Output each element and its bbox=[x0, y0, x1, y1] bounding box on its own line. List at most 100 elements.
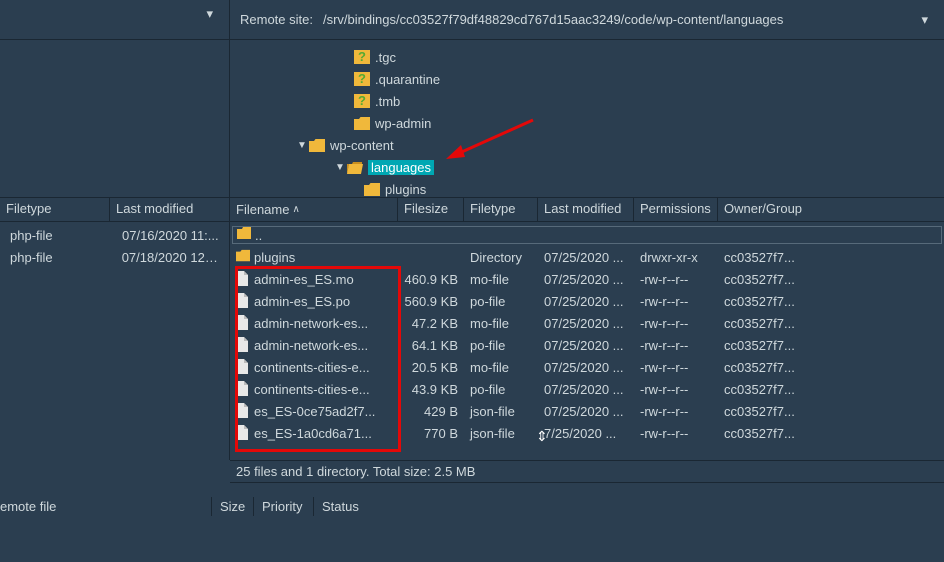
cell-owner: cc03527f7... bbox=[718, 382, 806, 397]
remote-tree[interactable]: ? .tgc? .quarantine? .tmb wp-admin ▼wp-conten… bbox=[230, 40, 944, 197]
file-icon bbox=[236, 381, 250, 397]
remote-site-label: Remote site: bbox=[240, 12, 313, 27]
cell-permissions: -rw-r--r-- bbox=[634, 404, 718, 419]
table-row[interactable]: continents-cities-e...43.9 KBpo-file07/2… bbox=[230, 378, 944, 400]
cell-filetype: Directory bbox=[464, 250, 538, 265]
table-row[interactable]: admin-es_ES.po560.9 KBpo-file07/25/2020 … bbox=[230, 290, 944, 312]
folder-icon bbox=[309, 138, 325, 152]
table-row[interactable]: continents-cities-e...20.5 KBmo-file07/2… bbox=[230, 356, 944, 378]
local-header-filetype[interactable]: Filetype bbox=[0, 198, 110, 221]
file-icon bbox=[236, 425, 250, 441]
queue-header-remote[interactable]: emote file bbox=[0, 497, 212, 516]
tree-item[interactable]: ▼ languages bbox=[230, 156, 944, 178]
remote-header-permissions[interactable]: Permissions bbox=[634, 198, 718, 221]
table-row[interactable]: pluginsDirectory07/25/2020 ...drwxr-xr-x… bbox=[230, 246, 944, 268]
cell-filetype: po-file bbox=[464, 294, 538, 309]
tree-item[interactable]: ? .tmb bbox=[230, 90, 944, 112]
cell-filesize: 43.9 KB bbox=[398, 382, 464, 397]
local-header-modified[interactable]: Last modified bbox=[110, 198, 229, 221]
file-icon bbox=[236, 359, 250, 375]
remote-path-input[interactable] bbox=[319, 8, 909, 31]
folder-icon bbox=[236, 249, 250, 265]
tree-item-label: plugins bbox=[385, 182, 426, 197]
remote-file-list[interactable]: .. pluginsDirectory07/25/2020 ...drwxr-x… bbox=[230, 222, 944, 460]
unknown-icon: ? bbox=[354, 50, 370, 64]
tree-item-label: languages bbox=[368, 160, 434, 175]
cell-modified: 07/25/2020 ... bbox=[538, 404, 634, 419]
cell-filename: continents-cities-e... bbox=[230, 359, 398, 375]
remote-status-bar: 25 files and 1 directory. Total size: 2.… bbox=[230, 460, 944, 483]
queue-header-priority[interactable]: Priority bbox=[254, 497, 314, 516]
cell-filesize: 560.9 KB bbox=[398, 294, 464, 309]
unknown-icon: ? bbox=[354, 72, 370, 86]
header-filename-label: Filename bbox=[236, 202, 289, 217]
cell-filetype: json-file bbox=[464, 404, 538, 419]
tree-item-label: wp-admin bbox=[375, 116, 431, 131]
list-item[interactable]: php-file07/16/2020 11:... bbox=[0, 224, 229, 246]
remote-header-owner[interactable]: Owner/Group bbox=[718, 198, 806, 221]
unknown-icon: ? bbox=[354, 94, 370, 108]
cell-filetype: po-file bbox=[464, 382, 538, 397]
file-icon bbox=[236, 293, 250, 309]
remote-header-filetype[interactable]: Filetype bbox=[464, 198, 538, 221]
chevron-down-icon[interactable]: ▼ bbox=[333, 162, 347, 173]
cell-filesize: 770 B bbox=[398, 426, 464, 441]
cell-filetype: mo-file bbox=[464, 272, 538, 287]
cell-owner: cc03527f7... bbox=[718, 316, 806, 331]
folder-icon bbox=[354, 116, 370, 130]
tree-item-label: .quarantine bbox=[375, 72, 440, 87]
table-row[interactable]: es_ES-0ce75ad2f7...429 Bjson-file07/25/2… bbox=[230, 400, 944, 422]
cell-filename: es_ES-0ce75ad2f7... bbox=[230, 403, 398, 419]
parent-dir-label: .. bbox=[255, 228, 262, 243]
cell-permissions: -rw-r--r-- bbox=[634, 294, 718, 309]
queue-header-status[interactable]: Status bbox=[314, 497, 374, 516]
parent-directory-row[interactable]: .. bbox=[232, 226, 942, 244]
list-item[interactable]: php-file07/18/2020 12:... bbox=[0, 246, 229, 268]
cell-modified: 07/25/2020 ... bbox=[538, 338, 634, 353]
cell-filesize: 20.5 KB bbox=[398, 360, 464, 375]
cell-owner: cc03527f7... bbox=[718, 294, 806, 309]
tree-item[interactable]: ? .tgc bbox=[230, 46, 944, 68]
cell-filename: es_ES-1a0cd6a71... bbox=[230, 425, 398, 441]
table-row[interactable]: admin-es_ES.mo460.9 KBmo-file07/25/2020 … bbox=[230, 268, 944, 290]
cell-permissions: -rw-r--r-- bbox=[634, 272, 718, 287]
cell-modified: 07/25/2020 ... bbox=[538, 360, 634, 375]
local-tree[interactable] bbox=[0, 40, 230, 197]
cell-modified: 07/18/2020 12:... bbox=[116, 250, 225, 265]
svg-text:?: ? bbox=[358, 50, 366, 64]
tree-item[interactable]: ▼wp-content bbox=[230, 134, 944, 156]
queue-header-size[interactable]: Size bbox=[212, 497, 254, 516]
table-row[interactable]: es_ES-1a0cd6a71...770 Bjson-file7/25/202… bbox=[230, 422, 944, 444]
remote-header-filesize[interactable]: Filesize bbox=[398, 198, 464, 221]
chevron-down-icon[interactable]: ▼ bbox=[295, 140, 309, 151]
tree-item-label: .tgc bbox=[375, 50, 396, 65]
cell-filetype: php-file bbox=[4, 228, 116, 243]
file-icon bbox=[236, 403, 250, 419]
file-icon bbox=[236, 315, 250, 331]
cell-filesize: 64.1 KB bbox=[398, 338, 464, 353]
folder-icon bbox=[237, 227, 251, 243]
tree-item[interactable]: wp-admin bbox=[230, 112, 944, 134]
cell-filetype: mo-file bbox=[464, 360, 538, 375]
cell-permissions: -rw-r--r-- bbox=[634, 382, 718, 397]
cell-filename: admin-network-es... bbox=[230, 337, 398, 353]
cell-permissions: -rw-r--r-- bbox=[634, 338, 718, 353]
cell-filename: admin-network-es... bbox=[230, 315, 398, 331]
file-icon bbox=[236, 271, 250, 287]
tree-item-label: .tmb bbox=[375, 94, 400, 109]
remote-header-filename[interactable]: Filename∧ bbox=[230, 198, 398, 221]
table-row[interactable]: admin-network-es...64.1 KBpo-file07/25/2… bbox=[230, 334, 944, 356]
cell-owner: cc03527f7... bbox=[718, 426, 806, 441]
cell-owner: cc03527f7... bbox=[718, 338, 806, 353]
local-file-list[interactable]: php-file07/16/2020 11:...php-file07/18/2… bbox=[0, 222, 230, 460]
tree-item[interactable]: ? .quarantine bbox=[230, 68, 944, 90]
svg-text:?: ? bbox=[358, 94, 366, 108]
folder-icon bbox=[364, 182, 380, 196]
remote-site-dropdown[interactable]: ▾ bbox=[915, 12, 934, 28]
cell-modified: 07/25/2020 ... bbox=[538, 316, 634, 331]
cell-filename: plugins bbox=[230, 249, 398, 265]
remote-header-modified[interactable]: Last modified bbox=[538, 198, 634, 221]
tree-item[interactable]: plugins bbox=[230, 178, 944, 197]
local-site-dropdown[interactable]: ▾ bbox=[200, 6, 219, 22]
table-row[interactable]: admin-network-es...47.2 KBmo-file07/25/2… bbox=[230, 312, 944, 334]
